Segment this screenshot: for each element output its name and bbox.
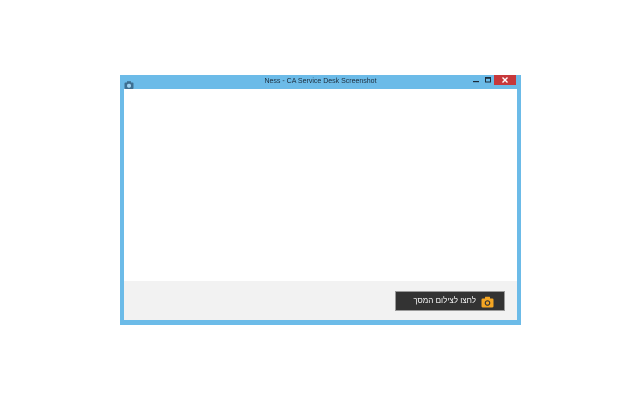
- camera-app-icon: [124, 77, 134, 89]
- minimize-button[interactable]: [470, 75, 482, 85]
- close-button[interactable]: [494, 75, 516, 85]
- footer-bar: לחצו לצילום המסך: [124, 281, 517, 320]
- capture-screenshot-button[interactable]: לחצו לצילום המסך: [395, 291, 505, 311]
- maximize-button[interactable]: [482, 75, 494, 85]
- screenshot-preview-area: [124, 89, 517, 281]
- title-bar[interactable]: Ness - CA Service Desk Screenshot: [120, 75, 521, 89]
- capture-button-label: לחצו לצילום המסך: [413, 296, 476, 305]
- window-client-area: לחצו לצילום המסך: [124, 89, 517, 320]
- camera-icon: [481, 295, 494, 308]
- window-title: Ness - CA Service Desk Screenshot: [264, 78, 377, 85]
- app-window: Ness - CA Service Desk Screenshot לחצו ל…: [120, 75, 521, 325]
